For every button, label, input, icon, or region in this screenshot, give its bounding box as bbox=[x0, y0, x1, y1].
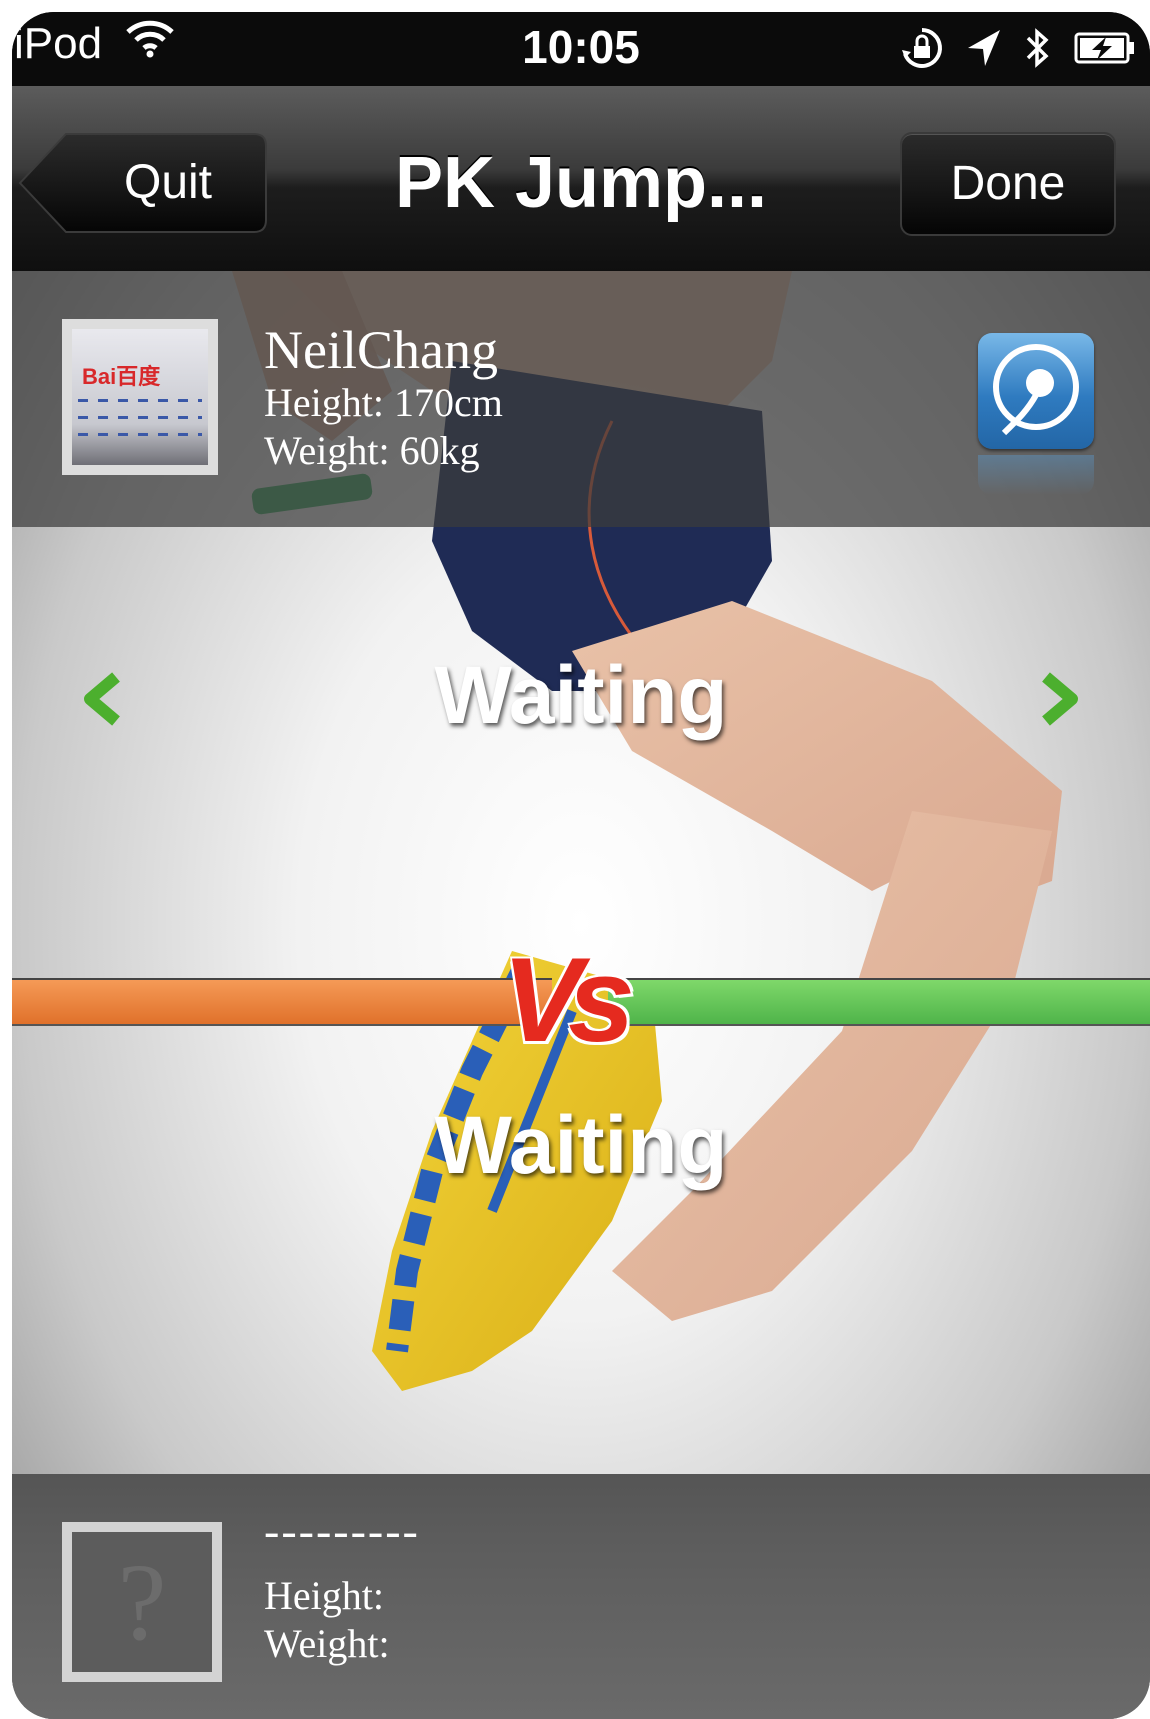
status-right bbox=[900, 26, 1136, 75]
player2-weight: Weight: bbox=[264, 1621, 390, 1666]
player2-status: Waiting bbox=[434, 1100, 728, 1191]
pk-stage: Bai百度 NeilChang Height: 170cm Weight: 60… bbox=[12, 271, 1150, 1719]
player1-panel: Bai百度 NeilChang Height: 170cm Weight: 60… bbox=[12, 271, 1150, 527]
player1-avatar-image: Bai百度 bbox=[72, 329, 208, 465]
player1-name: NeilChang bbox=[264, 320, 498, 380]
player1-height: Height: 170cm bbox=[264, 380, 503, 425]
orientation-lock-icon bbox=[900, 26, 944, 75]
device-connect-button[interactable] bbox=[978, 333, 1094, 449]
versus-label: Vs bbox=[502, 933, 635, 1067]
phone-screen: iPod 10:05 Quit PK Jump... Done Bai百度 Ne… bbox=[12, 12, 1150, 1719]
done-button[interactable]: Done bbox=[900, 132, 1116, 236]
player1-status: Waiting bbox=[434, 650, 728, 741]
location-arrow-icon bbox=[966, 28, 1002, 73]
player1-weight: Weight: 60kg bbox=[264, 428, 480, 473]
rope-sensor-icon bbox=[993, 344, 1079, 436]
player1-progress-bar bbox=[12, 978, 552, 1026]
navigation-bar: Quit PK Jump... Done bbox=[12, 86, 1150, 273]
player2-avatar[interactable]: ? bbox=[62, 1522, 222, 1682]
placeholder-question-icon: ? bbox=[117, 1541, 167, 1663]
status-bar: iPod 10:05 bbox=[12, 12, 1150, 86]
player2-progress-bar bbox=[608, 978, 1150, 1026]
player2-height: Height: bbox=[264, 1573, 384, 1618]
avatar-text-lines bbox=[78, 399, 202, 450]
player2-name: --------- bbox=[264, 1505, 420, 1556]
baidu-logo: Bai百度 bbox=[82, 364, 161, 389]
player1-avatar[interactable]: Bai百度 bbox=[62, 319, 218, 475]
device-button-reflection bbox=[978, 455, 1094, 495]
battery-charging-icon bbox=[1074, 31, 1136, 70]
bluetooth-icon bbox=[1024, 26, 1052, 75]
player2-panel: ? --------- Height: Weight: bbox=[12, 1474, 1150, 1719]
done-button-label: Done bbox=[950, 157, 1066, 210]
